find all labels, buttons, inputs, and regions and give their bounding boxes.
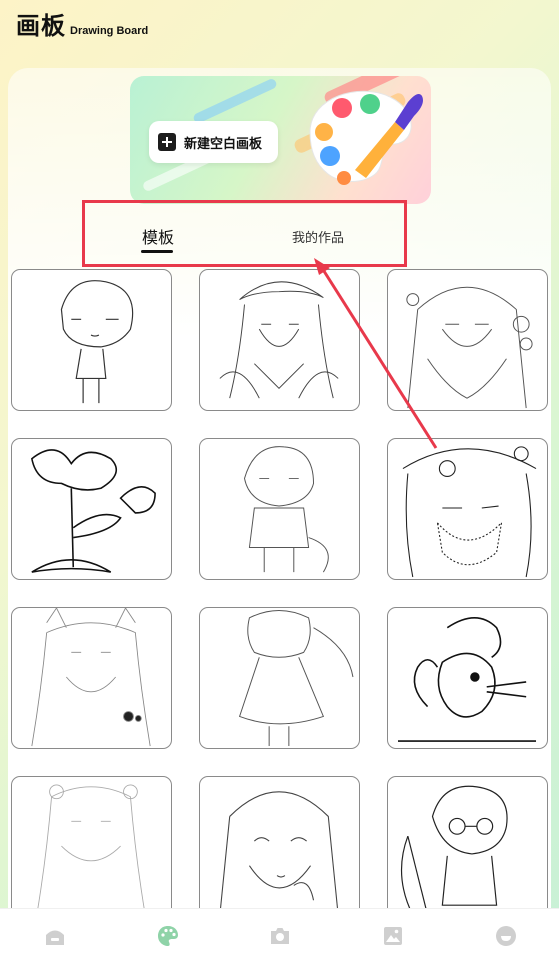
home-icon[interactable] xyxy=(43,924,67,948)
camera-icon[interactable] xyxy=(268,924,292,948)
bottom-nav xyxy=(0,908,559,972)
annotation-arrow xyxy=(314,258,438,449)
profile-icon[interactable] xyxy=(494,924,518,948)
gallery-icon[interactable] xyxy=(381,924,405,948)
palette-icon[interactable] xyxy=(156,924,180,948)
